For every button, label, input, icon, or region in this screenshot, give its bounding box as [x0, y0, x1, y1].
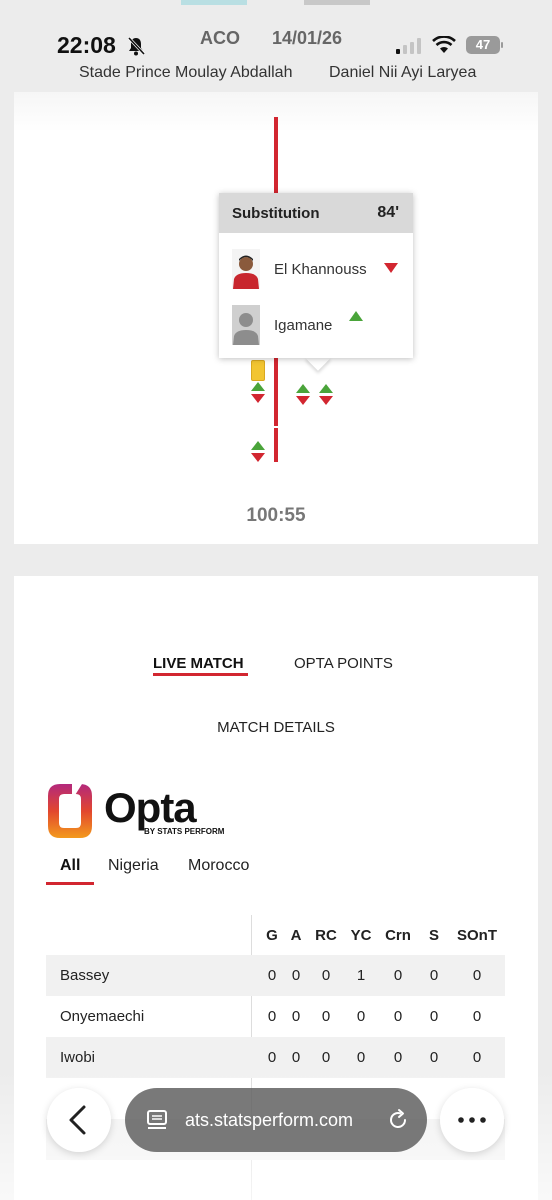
- stat-value: 0: [393, 967, 403, 984]
- opta-byline: BY STATS PERFORM: [144, 827, 225, 836]
- timeline-bar: [274, 358, 278, 426]
- status-bar: 22:08 ACO 14/01/26 47: [0, 28, 552, 62]
- player-name: Iwobi: [60, 1049, 96, 1066]
- stat-value: 1: [356, 967, 366, 984]
- player-name: Onyemaechi: [60, 1008, 145, 1025]
- stat-value: 0: [291, 1049, 301, 1066]
- col-header[interactable]: RC: [311, 927, 341, 944]
- reload-icon[interactable]: [386, 1108, 410, 1132]
- col-header[interactable]: Crn: [383, 927, 413, 944]
- substitution-event[interactable]: [296, 384, 310, 406]
- table-row[interactable]: Bassey 0 0 0 1 0 0 0: [46, 955, 505, 996]
- venue-name: Stade Prince Moulay Abdallah: [79, 64, 293, 81]
- substitution-event[interactable]: [251, 441, 265, 463]
- timeline-bar: [274, 117, 278, 197]
- sub-on-arrow-icon: [349, 311, 363, 321]
- substitution-popup: Substitution 84' El Khannouss Igamane: [219, 193, 413, 358]
- stat-value: 0: [472, 1008, 482, 1025]
- referee-name: Daniel Nii Ayi Laryea: [329, 64, 477, 81]
- col-header[interactable]: SOnT: [454, 927, 500, 944]
- url-text: ats.statsperform.com: [185, 1110, 354, 1130]
- competition-code: ACO: [200, 28, 240, 48]
- stat-value: 0: [291, 967, 301, 984]
- tab-opta-points[interactable]: OPTA POINTS: [294, 655, 393, 672]
- stat-value: 0: [291, 1008, 301, 1025]
- address-bar[interactable]: ats.statsperform.com: [125, 1088, 427, 1152]
- timeline-card: 100:55 Substitution 84' El Khannouss Iga…: [14, 92, 538, 544]
- substitution-event[interactable]: [319, 384, 333, 406]
- match-clock: 100:55: [246, 505, 306, 526]
- stat-value: 0: [472, 1049, 482, 1066]
- tabs-icon[interactable]: [145, 1108, 169, 1132]
- stats-header-row: G A RC YC Crn S SOnT: [46, 915, 505, 955]
- match-date: 14/01/26: [272, 28, 343, 48]
- player-on-row[interactable]: Igamane: [219, 297, 413, 351]
- stat-value: 0: [321, 1008, 331, 1025]
- player-off-name: El Khannouss: [274, 261, 367, 278]
- stat-value: 0: [429, 1049, 439, 1066]
- popup-minute: 84': [377, 204, 399, 221]
- stat-value: 0: [393, 1008, 403, 1025]
- battery-level: 47: [466, 36, 500, 54]
- substitution-event[interactable]: [251, 382, 265, 404]
- cell-signal-icon: [396, 38, 421, 54]
- player-off-row[interactable]: El Khannouss: [219, 241, 413, 295]
- chevron-left-icon: [69, 1105, 86, 1135]
- opta-wordmark: Opta: [104, 784, 197, 831]
- player-on-name: Igamane: [274, 317, 333, 334]
- tab-live-match[interactable]: LIVE MATCH: [153, 655, 244, 672]
- active-filter-indicator: [46, 882, 94, 885]
- yellow-card-event[interactable]: [251, 360, 265, 381]
- sub-off-arrow-icon: [384, 263, 398, 273]
- stat-value: 0: [321, 967, 331, 984]
- more-dots-icon: [458, 1117, 486, 1123]
- stat-value: 0: [356, 1049, 366, 1066]
- table-row[interactable]: Onyemaechi 0 0 0 0 0 0 0: [46, 996, 505, 1037]
- col-header[interactable]: A: [281, 927, 311, 944]
- timeline-bar: [274, 428, 278, 462]
- popup-header: Substitution 84': [219, 193, 413, 233]
- player-photo: [232, 249, 260, 289]
- more-button[interactable]: [440, 1088, 504, 1152]
- wifi-icon: [432, 36, 456, 53]
- active-tab-indicator: [153, 673, 248, 676]
- player-silhouette-icon: [232, 305, 260, 345]
- top-hint-right: [304, 0, 370, 5]
- stat-value: 0: [429, 1008, 439, 1025]
- filter-nigeria[interactable]: Nigeria: [108, 857, 159, 875]
- stat-value: 0: [472, 967, 482, 984]
- opta-logo-icon: [48, 784, 92, 838]
- player-name: Bassey: [60, 967, 110, 984]
- battery-icon: 47: [466, 36, 504, 54]
- filter-morocco[interactable]: Morocco: [188, 857, 249, 875]
- col-header[interactable]: S: [419, 927, 449, 944]
- stat-value: 0: [321, 1049, 331, 1066]
- filter-all[interactable]: All: [60, 857, 80, 875]
- bell-muted-icon: [127, 36, 146, 56]
- clock: 22:08: [57, 32, 116, 58]
- popup-title: Substitution: [232, 205, 320, 222]
- stat-value: 0: [429, 967, 439, 984]
- tab-match-details[interactable]: MATCH DETAILS: [14, 719, 538, 736]
- top-hint-left: [181, 0, 247, 5]
- stat-value: 0: [356, 1008, 366, 1025]
- back-button[interactable]: [47, 1088, 111, 1152]
- col-header[interactable]: YC: [346, 927, 376, 944]
- stat-value: 0: [393, 1049, 403, 1066]
